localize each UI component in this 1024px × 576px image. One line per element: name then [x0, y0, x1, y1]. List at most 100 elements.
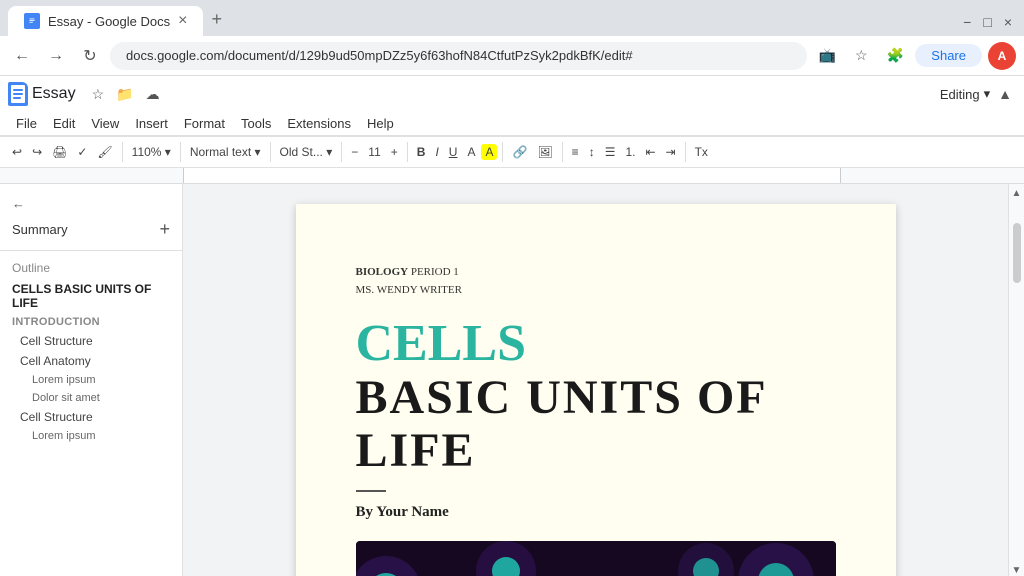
scroll-down-button[interactable]: ▼ — [1012, 565, 1022, 576]
link-button[interactable]: 🔗 — [508, 143, 531, 161]
doc-header: BIOLOGY PERIOD 1 MS. WENDY WRITER — [356, 264, 836, 299]
share-button[interactable]: Share — [915, 44, 982, 67]
doc-period-text: PERIOD 1 — [408, 266, 459, 278]
paint-format-button[interactable]: 🖌 — [93, 143, 116, 161]
outline-item-cells-title[interactable]: CELLS BASIC UNITS OF LIFE — [0, 279, 182, 313]
new-tab-button[interactable]: + — [203, 5, 230, 34]
align-button[interactable]: ≡ — [568, 143, 583, 161]
menu-edit[interactable]: Edit — [45, 112, 83, 135]
sidebar-back-button[interactable]: ← — [0, 192, 182, 215]
doc-title-divider — [356, 490, 386, 492]
font-size-value[interactable]: 11 — [364, 143, 384, 161]
toolbar-separator-3 — [270, 142, 271, 162]
font-size-decrease[interactable]: − — [347, 143, 362, 161]
tab-bar: Essay - Google Docs × + − □ × — [0, 0, 1024, 36]
menu-view[interactable]: View — [83, 112, 127, 135]
highlight-button[interactable]: A — [481, 144, 497, 160]
menu-help[interactable]: Help — [359, 112, 402, 135]
forward-button[interactable]: → — [42, 42, 70, 70]
indent-decrease-button[interactable]: ⇤ — [641, 143, 659, 161]
doc-byname: By Your Name — [356, 504, 836, 521]
toolbar-separator-6 — [502, 142, 503, 162]
print-button[interactable]: 🖨 — [48, 143, 71, 161]
docs-title-bar: Essay ☆ 📁 ☁ Editing ▾ ▲ — [0, 76, 1024, 112]
font-select[interactable]: Old St... ▾ — [276, 143, 337, 161]
image-button[interactable]: 🖼 — [533, 143, 556, 161]
cast-button[interactable]: 📺 — [813, 42, 841, 70]
doc-title-cells: CELLS — [356, 315, 836, 372]
zoom-select[interactable]: 110% ▾ — [128, 143, 175, 161]
text-color-button[interactable]: A — [463, 143, 479, 161]
menu-format[interactable]: Format — [176, 112, 233, 135]
editing-label: Editing — [940, 87, 980, 102]
toolbar-separator-5 — [407, 142, 408, 162]
docs-menu-bar: File Edit View Insert Format Tools Exten… — [0, 112, 1024, 136]
sidebar: ← Summary + Outline CELLS BASIC UNITS OF… — [0, 184, 183, 576]
ruler-inner — [183, 168, 841, 183]
doc-title-basic: BASIC UNITS OF LIFE — [356, 372, 836, 478]
scrollbar-thumb[interactable] — [1013, 223, 1021, 283]
menu-tools[interactable]: Tools — [233, 112, 279, 135]
style-select[interactable]: Normal text ▾ — [186, 143, 265, 161]
outline-item-cell-anatomy[interactable]: Cell Anatomy — [0, 351, 182, 371]
doc-header-line2: MS. WENDY WRITER — [356, 282, 836, 300]
nav-bar: ← → ↻ docs.google.com/document/d/129b9ud… — [0, 36, 1024, 76]
outline-section-intro[interactable]: INTRODUCTION — [0, 313, 182, 331]
docs-favicon — [24, 13, 40, 29]
star-icon-button[interactable]: ☆ — [88, 84, 109, 105]
numbered-list-button[interactable]: 1. — [621, 143, 639, 161]
toolbar-separator-4 — [341, 142, 342, 162]
editing-badge: Editing ▾ — [940, 86, 990, 102]
editing-dropdown-icon[interactable]: ▾ — [984, 86, 991, 102]
indent-increase-button[interactable]: ⇥ — [662, 143, 680, 161]
outline-item-dolor-sit[interactable]: Dolor sit amet — [0, 389, 182, 407]
active-tab[interactable]: Essay - Google Docs × — [8, 6, 203, 36]
outline-item-lorem-ipsum-2[interactable]: Lorem ipsum — [0, 427, 182, 445]
address-bar[interactable]: docs.google.com/document/d/129b9ud50mpDZ… — [110, 42, 807, 70]
outline-item-cell-structure-1[interactable]: Cell Structure — [0, 331, 182, 351]
tab-title: Essay - Google Docs — [48, 14, 170, 29]
outline-item-lorem-ipsum-1[interactable]: Lorem ipsum — [0, 371, 182, 389]
menu-insert[interactable]: Insert — [127, 112, 176, 135]
reload-button[interactable]: ↻ — [76, 42, 104, 70]
sidebar-divider — [0, 250, 182, 251]
undo-button[interactable]: ↩ — [8, 143, 26, 161]
collapse-button[interactable]: ▲ — [994, 84, 1016, 104]
right-panel: ▲ ▼ — [1008, 184, 1024, 576]
cloud-icon-button[interactable]: ☁ — [142, 84, 164, 105]
minimize-button[interactable]: − — [959, 12, 975, 32]
line-spacing-button[interactable]: ↕ — [585, 143, 599, 161]
toolbar-separator-1 — [122, 142, 123, 162]
spellcheck-button[interactable]: ✓ — [73, 143, 91, 161]
folder-icon-button[interactable]: 📁 — [112, 84, 137, 105]
list-button[interactable]: ☰ — [601, 143, 620, 161]
font-size-increase[interactable]: + — [387, 143, 402, 161]
maximize-button[interactable]: □ — [979, 12, 995, 32]
docs-title: Essay — [32, 85, 76, 103]
redo-button[interactable]: ↪ — [28, 143, 46, 161]
clear-format-button[interactable]: Tx — [691, 143, 712, 161]
sidebar-add-button[interactable]: + — [159, 219, 170, 240]
toolbar-separator-7 — [562, 142, 563, 162]
scroll-up-button[interactable]: ▲ — [1012, 188, 1022, 199]
user-avatar[interactable]: A — [988, 42, 1016, 70]
url-text: docs.google.com/document/d/129b9ud50mpDZ… — [126, 48, 633, 63]
underline-button[interactable]: U — [445, 143, 462, 161]
cell-image — [356, 541, 836, 576]
extensions-button[interactable]: 🧩 — [881, 42, 909, 70]
main-area: ← Summary + Outline CELLS BASIC UNITS OF… — [0, 184, 1024, 576]
sidebar-summary-section: Summary + — [0, 215, 182, 244]
outline-item-cell-structure-2[interactable]: Cell Structure — [0, 407, 182, 427]
back-button[interactable]: ← — [8, 42, 36, 70]
doc-header-line1: BIOLOGY PERIOD 1 — [356, 264, 836, 282]
bold-button[interactable]: B — [413, 143, 430, 161]
bookmark-button[interactable]: ☆ — [847, 42, 875, 70]
menu-extensions[interactable]: Extensions — [279, 112, 359, 135]
italic-button[interactable]: I — [431, 143, 442, 161]
sidebar-outline-label: Outline — [0, 257, 182, 279]
docs-logo-icon — [8, 82, 28, 106]
doc-area[interactable]: BIOLOGY PERIOD 1 MS. WENDY WRITER CELLS … — [183, 184, 1008, 576]
close-window-button[interactable]: × — [1000, 12, 1016, 32]
menu-file[interactable]: File — [8, 112, 45, 135]
tab-close-button[interactable]: × — [178, 12, 187, 30]
